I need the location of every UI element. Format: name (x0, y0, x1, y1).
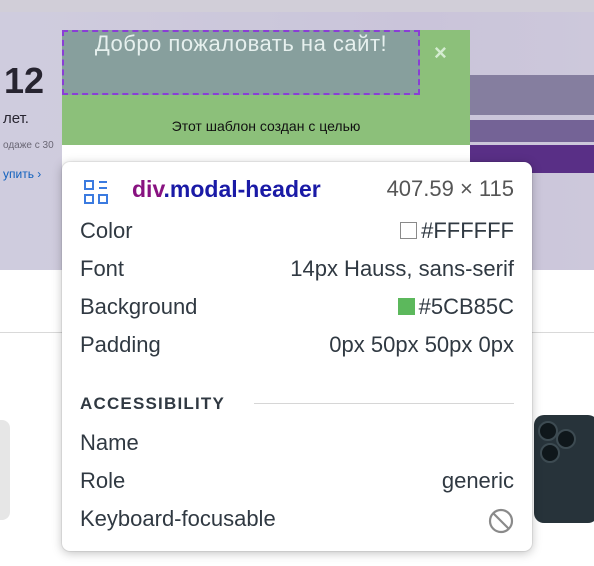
a11y-row-role: Role generic (80, 468, 514, 498)
modal-dialog: Добро пожаловать на сайт! × (62, 30, 470, 170)
close-icon[interactable]: × (434, 40, 447, 66)
color-value: #FFFFFF (421, 218, 514, 243)
inspector-header: div.modal-header 407.59 × 115 (80, 176, 514, 206)
background-value: #5CB85C (418, 294, 514, 319)
property-row-color: Color #FFFFFF (80, 218, 514, 248)
property-row-padding: Padding 0px 50px 50px 0px (80, 332, 514, 362)
a11y-value: generic (441, 468, 514, 493)
property-label: Font (80, 256, 125, 281)
color-swatch (400, 222, 418, 239)
property-value: #5CB85C (397, 294, 514, 320)
not-allowed-icon (488, 508, 514, 534)
color-swatch (397, 298, 415, 315)
a11y-label: Keyboard-focusable (80, 506, 276, 531)
a11y-row-name: Name (80, 430, 514, 460)
modal-title: Добро пожаловать на сайт! (94, 31, 388, 56)
property-label: Padding (80, 332, 161, 357)
camera-lens (538, 421, 558, 441)
property-value: 14px Hauss, sans-serif (290, 256, 514, 281)
property-label: Background (80, 294, 198, 319)
modal-body-text: Этот шаблон создан с целью (171, 118, 361, 134)
property-label: Color (80, 218, 133, 243)
grid-layout-icon (84, 180, 108, 204)
accessibility-heading: ACCESSIBILITY (80, 394, 226, 413)
property-row-background: Background #5CB85C (80, 294, 514, 324)
section-divider (254, 403, 514, 404)
element-selector: div.modal-header (132, 176, 321, 203)
property-row-font: Font 14px Hauss, sans-serif (80, 256, 514, 286)
property-value: #FFFFFF (400, 218, 514, 244)
inspector-tooltip: div.modal-header 407.59 × 115 Color #FFF… (62, 162, 532, 551)
product-thumbnail-left (0, 420, 10, 520)
element-class: .modal-header (163, 176, 321, 202)
product-thumbnail-phone[interactable] (530, 415, 594, 525)
camera-lens (540, 443, 560, 463)
a11y-label: Name (80, 430, 139, 455)
property-value: 0px 50px 50px 0px (329, 332, 514, 357)
element-tag: div (132, 176, 164, 202)
element-dimensions: 407.59 × 115 (386, 176, 514, 201)
a11y-row-focusable: Keyboard-focusable (80, 506, 514, 536)
a11y-label: Role (80, 468, 126, 493)
tooltip-arrow (90, 148, 114, 162)
camera-lens (556, 429, 576, 449)
